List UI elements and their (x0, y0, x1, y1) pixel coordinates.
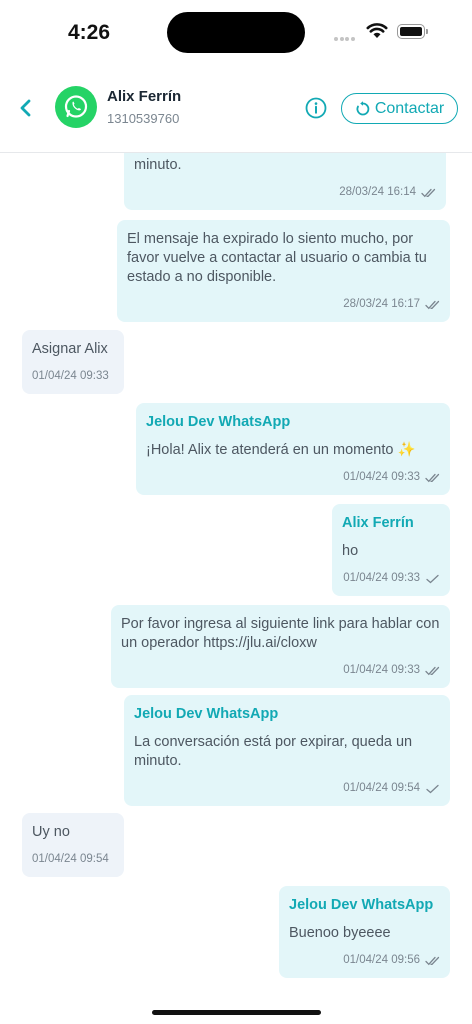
message-bubble[interactable]: Jelou Dev WhatsApp ¡Hola! Alix te atende… (136, 403, 450, 495)
home-indicator[interactable] (152, 1010, 321, 1015)
contact-name: Alix Ferrín (107, 88, 182, 105)
message-time: 01/04/24 09:54 (32, 853, 109, 865)
message-time: 01/04/24 09:33 (343, 572, 420, 584)
dynamic-island (167, 12, 305, 53)
double-check-icon (425, 473, 440, 482)
single-check-icon (426, 784, 439, 793)
whatsapp-icon (64, 95, 88, 118)
status-bar: 4:26 (0, 0, 472, 64)
message-sender: Jelou Dev WhatsApp (289, 897, 434, 913)
info-icon[interactable] (305, 97, 327, 119)
message-bubble[interactable]: Por favor ingresa al siguiente link para… (111, 605, 450, 688)
message-time: 01/04/24 09:33 (32, 370, 109, 382)
message-text: La conversación está por expirar, queda … (134, 734, 413, 769)
message-time: 28/03/24 16:17 (343, 298, 420, 310)
wifi-icon (366, 23, 388, 38)
double-check-icon (425, 300, 440, 309)
message-bubble[interactable]: Asignar Alix 01/04/24 09:33 (22, 330, 124, 394)
refresh-icon (356, 100, 370, 115)
message-bubble[interactable]: Jelou Dev WhatsApp Buenoo byeeee 01/04/2… (279, 886, 450, 978)
status-time: 4:26 (68, 21, 111, 44)
message-text: ho (342, 543, 359, 559)
message-text: El mensaje ha expirado lo siento mucho, … (127, 231, 427, 285)
message-bubble[interactable]: minuto. 28/03/24 16:14 (124, 152, 446, 210)
contact-phone: 1310539760 (107, 111, 180, 126)
message-bubble[interactable]: El mensaje ha expirado lo siento mucho, … (117, 220, 450, 322)
message-bubble[interactable]: Jelou Dev WhatsApp La conversación está … (124, 695, 450, 806)
message-time: 01/04/24 09:33 (343, 471, 420, 483)
message-text: Uy no (32, 824, 70, 840)
message-text: Buenoo byeeee (289, 925, 391, 941)
message-time: 01/04/24 09:54 (343, 782, 420, 794)
single-check-icon (426, 574, 439, 583)
message-sender: Jelou Dev WhatsApp (146, 414, 291, 430)
double-check-icon (421, 188, 436, 197)
message-list[interactable]: minuto. 28/03/24 16:14 El mensaje ha exp… (0, 152, 472, 1012)
message-time: 28/03/24 16:14 (339, 186, 416, 198)
message-time: 01/04/24 09:33 (343, 664, 420, 676)
message-time: 01/04/24 09:56 (343, 954, 420, 966)
message-sender: Jelou Dev WhatsApp (134, 706, 279, 722)
message-bubble[interactable]: Alix Ferrín ho 01/04/24 09:33 (332, 504, 450, 596)
chat-header: Alix Ferrín 1310539760 Contactar (0, 64, 472, 153)
message-bubble[interactable]: Uy no 01/04/24 09:54 (22, 813, 124, 877)
whatsapp-avatar[interactable] (55, 86, 97, 128)
message-sender: Alix Ferrín (342, 515, 414, 531)
cellular-signal-icon (334, 30, 356, 48)
back-chevron-icon[interactable] (14, 96, 38, 120)
contact-button-label: Contactar (374, 99, 445, 117)
contact-button[interactable]: Contactar (341, 93, 458, 124)
battery-icon (397, 24, 428, 39)
message-text: Asignar Alix (32, 341, 108, 357)
message-text: minuto. (134, 157, 182, 173)
message-text: ¡Hola! Alix te atenderá en un momento ✨ (146, 442, 416, 458)
message-text: Por favor ingresa al siguiente link para… (121, 616, 440, 651)
double-check-icon (425, 956, 440, 965)
double-check-icon (425, 666, 440, 675)
